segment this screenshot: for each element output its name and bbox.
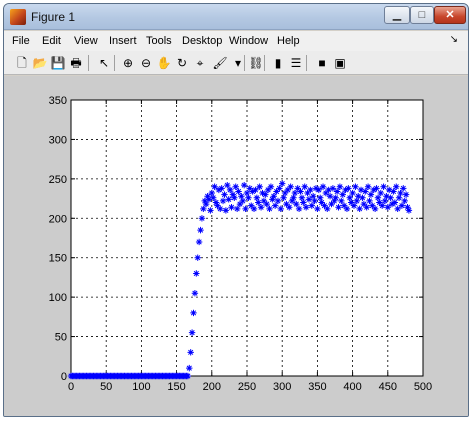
toolbar-separator [244,55,245,71]
x-tick-label: 150 [167,381,185,393]
link-plot-icon[interactable]: ⛓ [248,55,264,71]
plot-svg[interactable]: 0 50 100 150 200 250 300 350 400 450 500 0 50 100 150 2… [4,76,469,417]
menu-insert[interactable]: Insert [109,35,137,47]
x-tick-label: 50 [100,381,112,393]
toolbar-separator [264,55,265,71]
menu-window[interactable]: Window [229,35,268,47]
hide-plot-tools-icon[interactable]: ■ [314,55,330,71]
toolbar-separator [88,55,89,71]
menu-desktop[interactable]: Desktop [182,35,222,47]
figure-toolbar: 🗋 📂 💾 🖶 ↖ ⊕ ⊖ ✋ ↻ ⌖ 🖌 ▾ ⛓ ▮ ☰ ■ ▣ [4,51,468,75]
y-tick-label: 300 [49,134,67,146]
data-point [319,183,327,190]
figure-canvas: 0 50 100 150 200 250 300 350 400 450 500 0 50 100 150 2… [4,76,469,417]
dock-arrow-icon[interactable]: ↘ [450,34,458,45]
window-title: Figure 1 [31,10,76,24]
toolbar-separator [306,55,307,71]
x-tick-label: 350 [308,381,326,393]
menu-bar: File Edit View Insert Tools Desktop Wind… [4,31,468,51]
minimize-button[interactable]: ▁ [384,6,410,24]
data-point [195,238,203,246]
show-plot-tools-icon[interactable]: ▣ [332,55,348,71]
figure-window: Figure 1 ▁ □ ✕ File Edit View Insert Too… [3,3,469,417]
menu-edit[interactable]: Edit [42,35,61,47]
x-tick-label: 400 [343,381,361,393]
x-tick-label: 500 [414,381,432,393]
data-point [243,189,251,197]
open-file-icon[interactable]: 📂 [32,55,48,71]
y-tick-label: 200 [49,213,67,225]
data-point [232,183,239,190]
y-tick-label: 50 [55,332,67,344]
x-tick-label: 450 [379,381,397,393]
maximize-button[interactable]: □ [410,6,434,24]
data-point [257,204,265,211]
matlab-icon [10,9,26,25]
x-tick-label: 300 [273,381,291,393]
y-tick-label: 250 [49,174,67,186]
data-point [300,199,307,206]
pan-hand-icon[interactable]: ✋ [156,55,172,71]
data-point [335,204,342,211]
data-point [198,215,206,222]
data-point [239,197,246,205]
x-tick-label: 200 [203,381,221,393]
x-tick-label: 250 [238,381,256,393]
menu-view[interactable]: View [74,35,98,47]
data-point [228,204,235,211]
x-tick-label: 100 [132,381,150,393]
data-point [211,183,218,190]
data-point [202,200,210,208]
save-icon[interactable]: 💾 [50,55,66,71]
data-cursor-icon[interactable]: ⌖ [192,55,208,71]
rotate-3d-icon[interactable]: ↻ [174,55,190,71]
zoom-out-icon[interactable]: ⊖ [138,55,154,71]
new-figure-icon[interactable]: 🗋 [14,55,30,71]
data-point [287,183,294,190]
data-point [224,181,231,189]
data-point [384,204,391,211]
menu-help[interactable]: Help [277,35,300,47]
close-button[interactable]: ✕ [434,6,466,24]
data-point [363,204,370,211]
toolbar-separator [114,55,115,71]
x-tick-label: 0 [68,381,74,393]
data-point [352,183,359,190]
menu-file[interactable]: File [12,35,30,47]
edit-plot-arrow-icon[interactable]: ↖ [96,55,112,71]
print-icon[interactable]: 🖶 [68,55,84,71]
y-tick-label: 0 [61,371,67,383]
data-point [291,189,299,197]
data-point [405,207,413,214]
data-point [207,207,214,214]
data-point [263,200,270,208]
colorbar-icon[interactable]: ▮ [270,55,286,71]
data-point [187,349,194,356]
data-point [393,183,400,190]
title-bar[interactable]: Figure 1 ▁ □ ✕ [4,4,468,30]
zoom-in-icon[interactable]: ⊕ [120,55,136,71]
menu-tools[interactable]: Tools [146,35,172,47]
data-point [349,189,356,197]
data-point [397,189,404,197]
data-point [240,181,248,189]
data-point [377,189,384,197]
data-point [286,204,293,211]
y-tick-label: 350 [49,95,67,107]
data-point [380,183,387,190]
data-point [336,183,344,190]
data-point [222,207,230,214]
data-point [302,204,310,211]
data-point [235,188,242,195]
data-point [364,183,372,190]
y-tick-label: 100 [49,292,67,304]
brush-icon[interactable]: 🖌 [212,55,228,71]
legend-icon[interactable]: ☰ [288,55,304,71]
y-tick-label: 150 [49,253,67,265]
